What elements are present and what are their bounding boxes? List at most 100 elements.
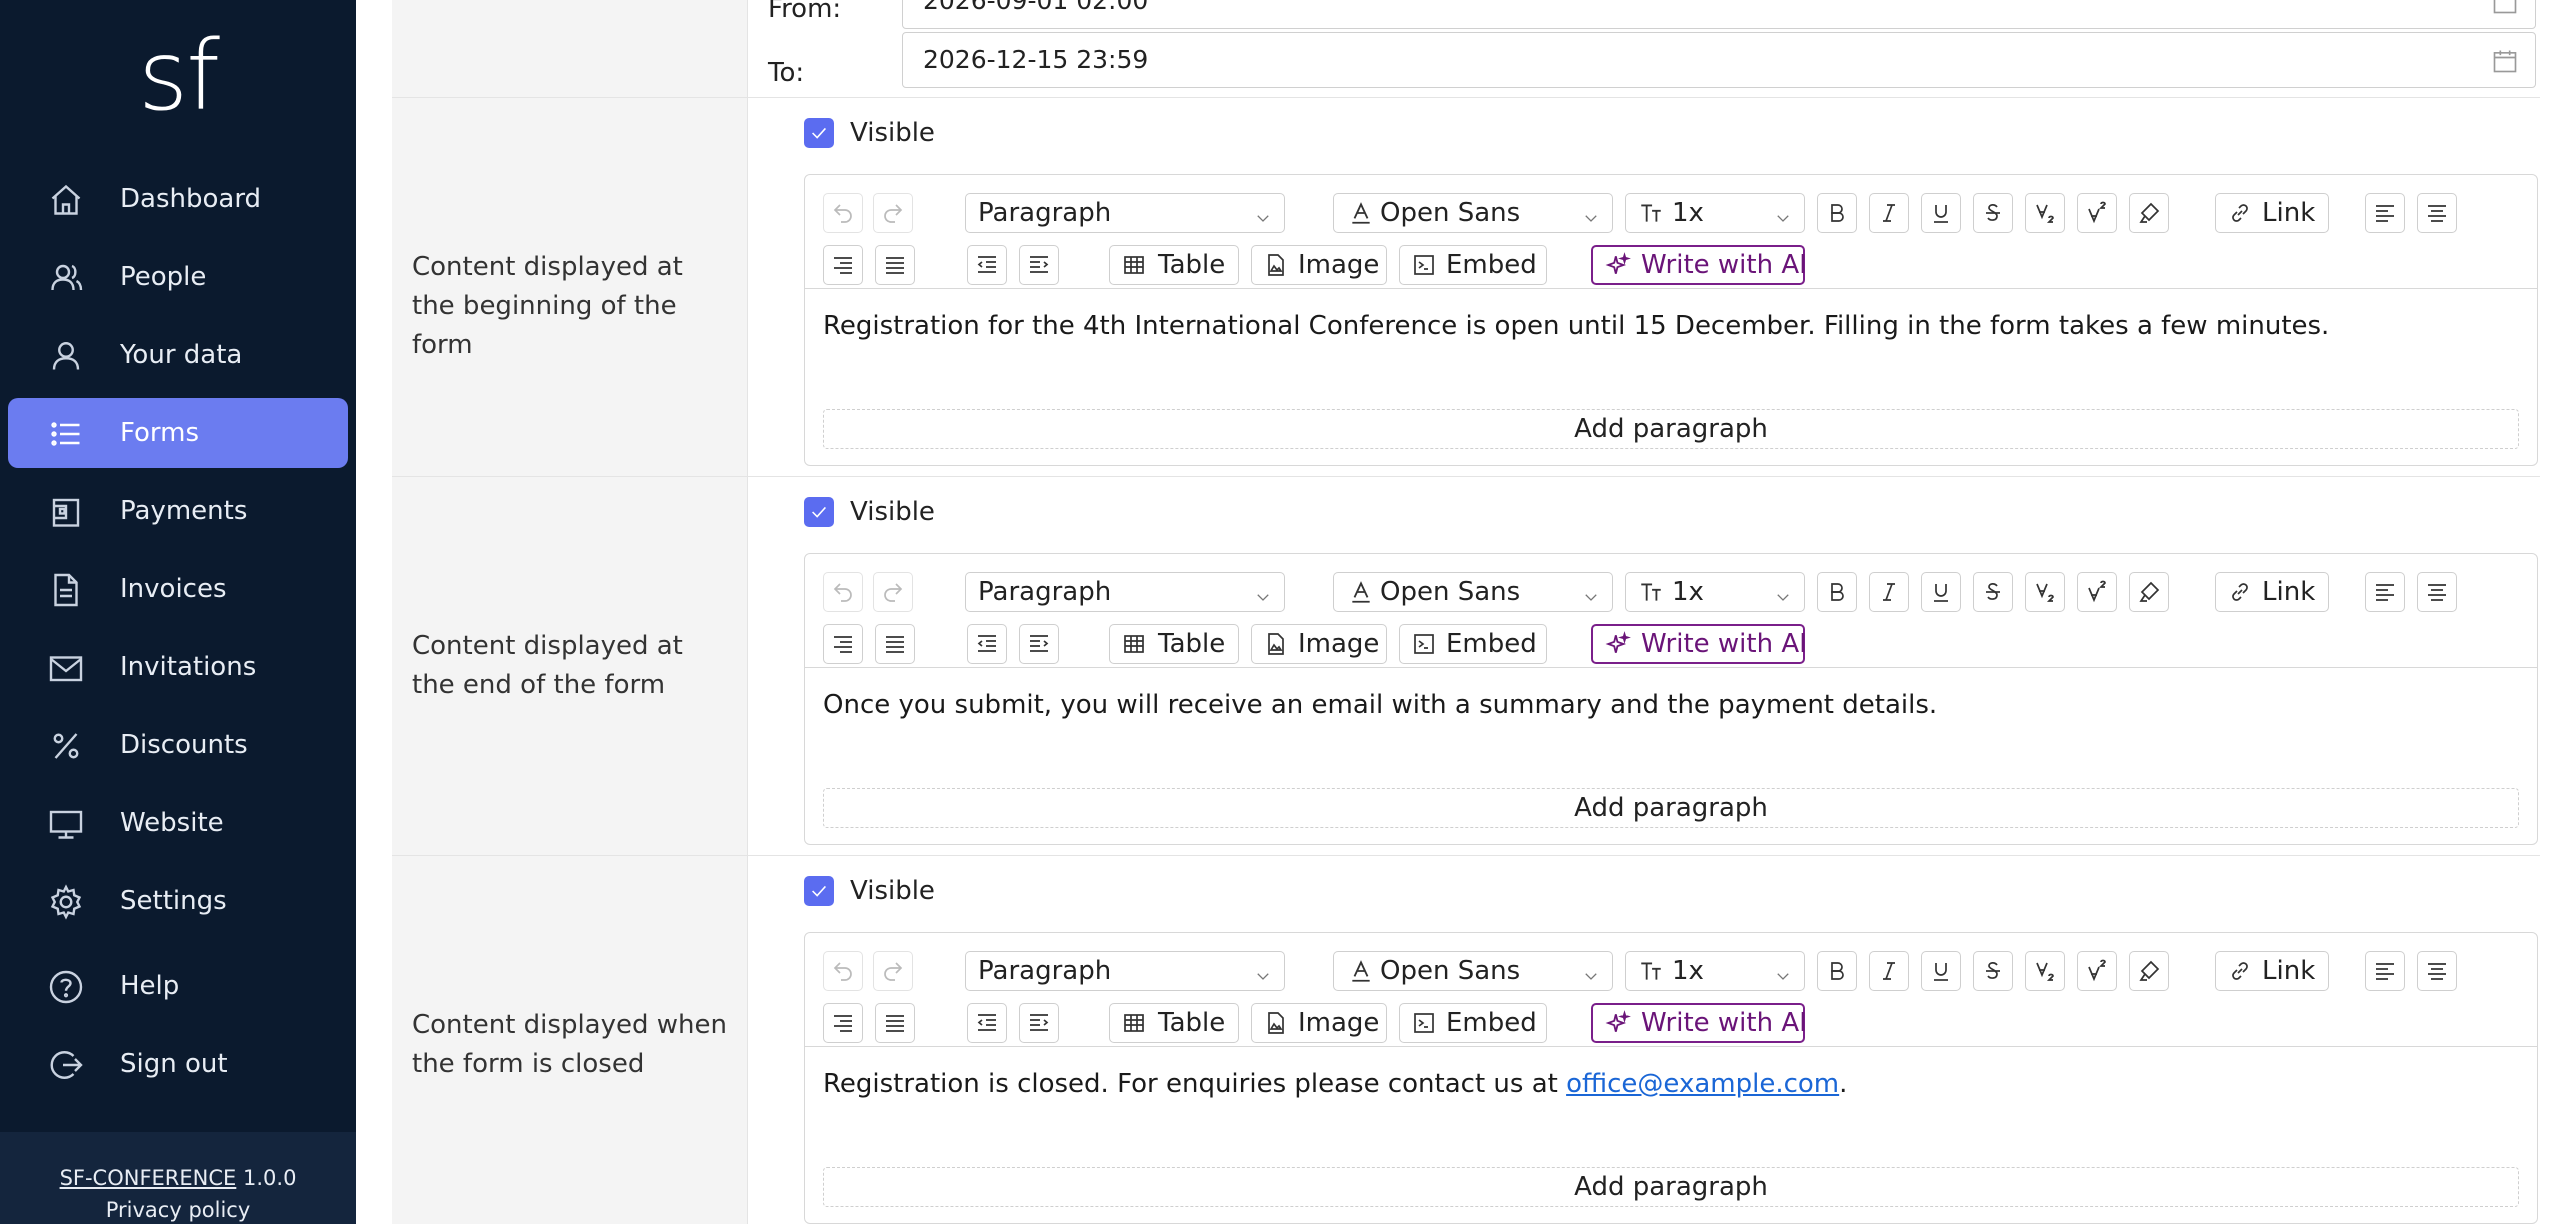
align-right-button[interactable] bbox=[823, 245, 863, 285]
indent-button[interactable] bbox=[1019, 245, 1059, 285]
undo-button[interactable] bbox=[823, 572, 863, 612]
visible-toggle[interactable]: Visible bbox=[804, 118, 935, 148]
link-button[interactable]: Link bbox=[2215, 193, 2329, 233]
table-button[interactable]: Table bbox=[1109, 624, 1239, 664]
sidebar-item-people[interactable]: People bbox=[8, 242, 348, 312]
superscript-button[interactable] bbox=[2077, 951, 2117, 991]
align-center-button[interactable] bbox=[2417, 572, 2457, 612]
underline-button[interactable] bbox=[1921, 193, 1961, 233]
embed-button[interactable]: Embed bbox=[1399, 624, 1547, 664]
align-center-button[interactable] bbox=[2417, 951, 2457, 991]
bold-button[interactable] bbox=[1817, 951, 1857, 991]
clear-format-button[interactable] bbox=[2129, 951, 2169, 991]
image-button[interactable]: Image bbox=[1251, 624, 1387, 664]
sidebar-item-invoices[interactable]: Invoices bbox=[8, 554, 348, 624]
block-type-select[interactable]: Paragraph bbox=[965, 572, 1285, 612]
sidebar-item-invitations[interactable]: Invitations bbox=[8, 632, 348, 702]
superscript-button[interactable] bbox=[2077, 193, 2117, 233]
italic-button[interactable] bbox=[1869, 951, 1909, 991]
visible-checkbox[interactable] bbox=[804, 497, 834, 527]
font-size-select[interactable]: 1x bbox=[1625, 572, 1805, 612]
align-left-button[interactable] bbox=[2365, 572, 2405, 612]
justify-button[interactable] bbox=[875, 624, 915, 664]
editor-content[interactable]: Registration for the 4th International C… bbox=[805, 289, 2537, 465]
subscript-button[interactable] bbox=[2025, 951, 2065, 991]
redo-button[interactable] bbox=[873, 951, 913, 991]
font-size-select[interactable]: 1x bbox=[1625, 193, 1805, 233]
italic-button[interactable] bbox=[1869, 572, 1909, 612]
align-right-button[interactable] bbox=[823, 624, 863, 664]
clear-format-button[interactable] bbox=[2129, 572, 2169, 612]
bold-button[interactable] bbox=[1817, 572, 1857, 612]
sidebar-item-forms[interactable]: Forms bbox=[8, 398, 348, 468]
indent-button[interactable] bbox=[1019, 1003, 1059, 1043]
italic-button[interactable] bbox=[1869, 193, 1909, 233]
editor-content[interactable]: Once you submit, you will receive an ema… bbox=[805, 668, 2537, 844]
embed-button[interactable]: Embed bbox=[1399, 1003, 1547, 1043]
strikethrough-button[interactable] bbox=[1973, 951, 2013, 991]
app-name-link[interactable]: SF-CONFERENCE bbox=[60, 1166, 237, 1190]
align-center-button[interactable] bbox=[2417, 193, 2457, 233]
align-left-button[interactable] bbox=[2365, 193, 2405, 233]
image-button[interactable]: Image bbox=[1251, 245, 1387, 285]
underline-button[interactable] bbox=[1921, 951, 1961, 991]
visible-checkbox[interactable] bbox=[804, 118, 834, 148]
outdent-button[interactable] bbox=[967, 1003, 1007, 1043]
sidebar-item-sign-out[interactable]: Sign out bbox=[8, 1029, 348, 1099]
paragraph[interactable]: Registration for the 4th International C… bbox=[823, 311, 2329, 341]
sidebar-item-your-data[interactable]: Your data bbox=[8, 320, 348, 390]
justify-button[interactable] bbox=[875, 245, 915, 285]
to-date-input[interactable]: 2026-12-15 23:59 bbox=[902, 32, 2536, 88]
paragraph[interactable]: Registration is closed. For enquiries pl… bbox=[823, 1069, 1847, 1099]
font-size-select[interactable]: 1x bbox=[1625, 951, 1805, 991]
calendar-icon[interactable] bbox=[2491, 47, 2519, 75]
undo-button[interactable] bbox=[823, 951, 863, 991]
table-button[interactable]: Table bbox=[1109, 245, 1239, 285]
image-button[interactable]: Image bbox=[1251, 1003, 1387, 1043]
from-date-input[interactable]: 2026-09-01 02:00 bbox=[902, 0, 2536, 29]
justify-button[interactable] bbox=[875, 1003, 915, 1043]
undo-button[interactable] bbox=[823, 193, 863, 233]
table-button[interactable]: Table bbox=[1109, 1003, 1239, 1043]
privacy-policy-link[interactable]: Privacy policy bbox=[0, 1198, 356, 1222]
align-right-button[interactable] bbox=[823, 1003, 863, 1043]
paragraph[interactable]: Once you submit, you will receive an ema… bbox=[823, 690, 1937, 720]
sidebar-item-settings[interactable]: Settings bbox=[8, 866, 348, 936]
strikethrough-button[interactable] bbox=[1973, 193, 2013, 233]
subscript-button[interactable] bbox=[2025, 193, 2065, 233]
sidebar-item-dashboard[interactable]: Dashboard bbox=[8, 164, 348, 234]
sidebar-item-payments[interactable]: Payments bbox=[8, 476, 348, 546]
bold-button[interactable] bbox=[1817, 193, 1857, 233]
write-with-ai-button[interactable]: Write with AI bbox=[1591, 245, 1807, 285]
add-paragraph-button[interactable]: Add paragraph bbox=[823, 409, 2519, 449]
editor-content[interactable]: Registration is closed. For enquiries pl… bbox=[805, 1047, 2537, 1223]
add-paragraph-button[interactable]: Add paragraph bbox=[823, 788, 2519, 828]
strikethrough-button[interactable] bbox=[1973, 572, 2013, 612]
align-left-button[interactable] bbox=[2365, 951, 2405, 991]
subscript-button[interactable] bbox=[2025, 572, 2065, 612]
write-with-ai-button[interactable]: Write with AI bbox=[1591, 1003, 1807, 1043]
link-button[interactable]: Link bbox=[2215, 951, 2329, 991]
email-link[interactable]: office@example.com bbox=[1566, 1069, 1839, 1099]
calendar-icon[interactable] bbox=[2491, 0, 2519, 16]
outdent-button[interactable] bbox=[967, 245, 1007, 285]
embed-button[interactable]: Embed bbox=[1399, 245, 1547, 285]
clear-format-button[interactable] bbox=[2129, 193, 2169, 233]
sidebar-item-discounts[interactable]: Discounts bbox=[8, 710, 348, 780]
link-button[interactable]: Link bbox=[2215, 572, 2329, 612]
indent-button[interactable] bbox=[1019, 624, 1059, 664]
outdent-button[interactable] bbox=[967, 624, 1007, 664]
sidebar-item-help[interactable]: Help bbox=[8, 951, 348, 1021]
superscript-button[interactable] bbox=[2077, 572, 2117, 612]
block-type-select[interactable]: Paragraph bbox=[965, 193, 1285, 233]
block-type-select[interactable]: Paragraph bbox=[965, 951, 1285, 991]
visible-toggle[interactable]: Visible bbox=[804, 876, 935, 906]
redo-button[interactable] bbox=[873, 193, 913, 233]
font-select[interactable]: Open Sans bbox=[1333, 193, 1613, 233]
add-paragraph-button[interactable]: Add paragraph bbox=[823, 1167, 2519, 1207]
underline-button[interactable] bbox=[1921, 572, 1961, 612]
sidebar-item-website[interactable]: Website bbox=[8, 788, 348, 858]
write-with-ai-button[interactable]: Write with AI bbox=[1591, 624, 1807, 664]
font-select[interactable]: Open Sans bbox=[1333, 572, 1613, 612]
redo-button[interactable] bbox=[873, 572, 913, 612]
